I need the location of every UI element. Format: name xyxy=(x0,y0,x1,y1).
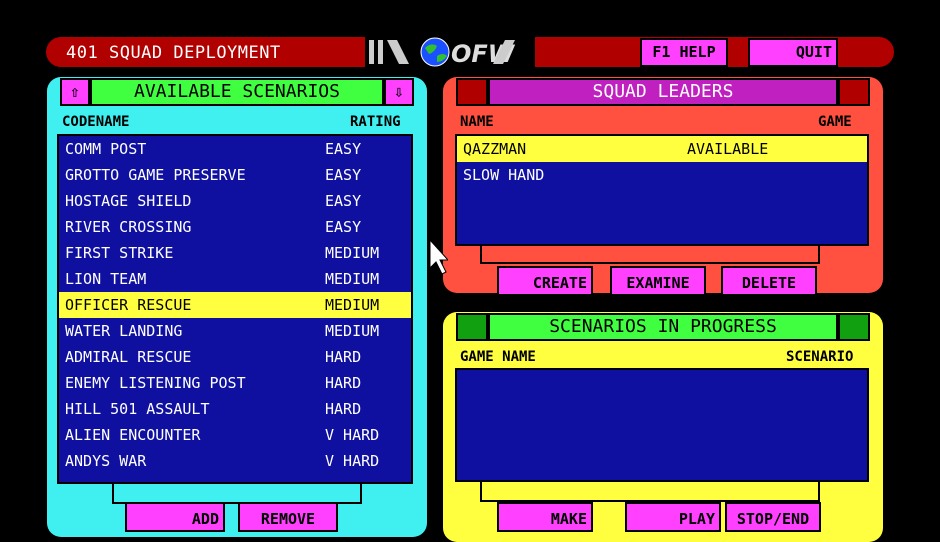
codename-column-header: CODENAME xyxy=(62,114,130,130)
game-name-column-header: GAME NAME xyxy=(460,349,536,365)
quit-button[interactable]: QUIT xyxy=(748,38,838,67)
progress-header-text: SCENARIOS IN PROGRESS xyxy=(549,316,777,337)
scenario-rating: V HARD xyxy=(325,426,380,444)
down-arrow-icon: ⇩ xyxy=(394,82,404,101)
stop-end-button[interactable]: STOP/END xyxy=(725,502,821,532)
ofw-logo: OFW xyxy=(365,36,535,68)
scenarios-in-progress-header: SCENARIOS IN PROGRESS xyxy=(488,313,838,341)
leader-name-column-header: NAME xyxy=(460,114,494,130)
leader-game-status: AVAILABLE xyxy=(687,140,769,158)
delete-label: DELETE xyxy=(741,274,797,292)
squad-leader-row[interactable]: SLOW HAND xyxy=(457,162,867,188)
scenario-codename: RIVER CROSSING xyxy=(65,218,192,236)
scenario-codename: HOSTAGE SHIELD xyxy=(65,192,192,210)
scenario-row[interactable]: OFFICER RESCUE MEDIUM xyxy=(59,292,411,318)
page-title: 401 SQUAD DEPLOYMENT xyxy=(56,40,296,66)
scenario-codename: WATER LANDING xyxy=(65,322,183,340)
scenario-codename: ALIEN ENCOUNTER xyxy=(65,426,201,444)
scenario-row[interactable]: RIVER CROSSING EASY xyxy=(59,214,411,240)
leaders-header-text: SQUAD LEADERS xyxy=(592,81,734,102)
scenario-rating: EASY xyxy=(325,192,362,210)
examine-button[interactable]: EXAMINE xyxy=(610,266,706,296)
leader-name: QAZZMAN xyxy=(463,140,527,158)
create-button[interactable]: CREATE xyxy=(497,266,593,296)
progress-header-cap-right xyxy=(838,313,870,341)
stop-end-label: STOP/END xyxy=(736,510,810,528)
play-label: PLAY xyxy=(678,510,715,528)
squad-leader-list: QAZZMAN AVAILABLE SLOW HAND xyxy=(455,134,869,246)
remove-button[interactable]: REMOVE xyxy=(238,502,338,532)
delete-button[interactable]: DELETE xyxy=(721,266,817,296)
help-button[interactable]: F1 HELP xyxy=(640,38,728,67)
progress-button-bracket xyxy=(480,482,820,502)
make-label: MAKE xyxy=(550,510,587,528)
scenario-row[interactable]: HOSTAGE SHIELD EASY xyxy=(59,188,411,214)
scenario-row[interactable]: COMM POST EASY xyxy=(59,136,411,162)
games-in-progress-list xyxy=(455,368,869,482)
leader-name: SLOW HAND xyxy=(463,166,545,184)
scenario-rating: EASY xyxy=(325,218,362,236)
scenario-list: COMM POST EASY GROTTO GAME PRESERVE EASY HOS… xyxy=(57,134,413,484)
available-scenarios-header: AVAILABLE SCENARIOS xyxy=(90,78,384,106)
scenario-row[interactable]: ALIEN ENCOUNTER V HARD xyxy=(59,422,411,448)
scroll-up-button[interactable]: ⇧ xyxy=(60,78,90,106)
add-label: ADD xyxy=(191,510,219,528)
scenario-rating: MEDIUM xyxy=(325,296,380,314)
scenario-column-header: SCENARIO xyxy=(786,349,854,365)
squad-leaders-header: SQUAD LEADERS xyxy=(488,78,838,106)
scenario-row[interactable]: GROTTO GAME PRESERVE EASY xyxy=(59,162,411,188)
examine-label: EXAMINE xyxy=(626,274,690,292)
scenario-row[interactable]: FIRST STRIKE MEDIUM xyxy=(59,240,411,266)
scenario-row[interactable]: ADMIRAL RESCUE HARD xyxy=(59,344,411,370)
help-label: F1 HELP xyxy=(652,43,716,61)
scenario-rating: MEDIUM xyxy=(325,270,380,288)
scenario-codename: COMM POST xyxy=(65,140,147,158)
scenario-codename: LION TEAM xyxy=(65,270,147,288)
scenario-row[interactable]: LION TEAM MEDIUM xyxy=(59,266,411,292)
leaders-button-bracket xyxy=(480,246,820,264)
scenario-rating: HARD xyxy=(325,374,362,392)
scenario-codename: OFFICER RESCUE xyxy=(65,296,192,314)
scenario-codename: HILL 501 ASSAULT xyxy=(65,400,210,418)
scroll-down-button[interactable]: ⇩ xyxy=(384,78,414,106)
page-number: 401 xyxy=(66,43,99,63)
leaders-header-cap-right xyxy=(838,78,870,106)
scenario-rating: HARD xyxy=(325,400,362,418)
scenario-row[interactable]: WATER LANDING MEDIUM xyxy=(59,318,411,344)
scenario-codename: ADMIRAL RESCUE xyxy=(65,348,192,366)
scenario-codename: ANDYS WAR xyxy=(65,452,147,470)
available-header-text: AVAILABLE SCENARIOS xyxy=(134,81,340,102)
scenario-row[interactable]: ENEMY LISTENING POST HARD xyxy=(59,370,411,396)
mouse-pointer-icon xyxy=(429,238,448,275)
scenario-codename: GROTTO GAME PRESERVE xyxy=(65,166,246,184)
leaders-header-cap-left xyxy=(456,78,488,106)
scenario-row[interactable]: ANDYS WAR V HARD xyxy=(59,448,411,474)
scenario-codename: ENEMY LISTENING POST xyxy=(65,374,246,392)
play-button[interactable]: PLAY xyxy=(625,502,721,532)
create-label: CREATE xyxy=(532,274,587,292)
quit-label: QUIT xyxy=(795,43,832,61)
scenario-rating: HARD xyxy=(325,348,362,366)
add-button[interactable]: ADD xyxy=(125,502,225,532)
remove-label: REMOVE xyxy=(260,510,316,528)
scenario-rating: EASY xyxy=(325,166,362,184)
scenario-rating: MEDIUM xyxy=(325,244,380,262)
button-bracket xyxy=(112,484,362,504)
make-button[interactable]: MAKE xyxy=(497,502,593,532)
scenario-rating: MEDIUM xyxy=(325,322,380,340)
scenario-codename: FIRST STRIKE xyxy=(65,244,174,262)
page-title-text: SQUAD DEPLOYMENT xyxy=(108,43,281,63)
up-arrow-icon: ⇧ xyxy=(70,82,80,101)
scenario-rating: V HARD xyxy=(325,452,380,470)
rating-column-header: RATING xyxy=(350,114,401,130)
squad-leader-row[interactable]: QAZZMAN AVAILABLE xyxy=(457,136,867,162)
scenario-rating: EASY xyxy=(325,140,362,158)
leader-game-column-header: GAME xyxy=(818,114,852,130)
scenario-row[interactable]: HILL 501 ASSAULT HARD xyxy=(59,396,411,422)
progress-header-cap-left xyxy=(456,313,488,341)
